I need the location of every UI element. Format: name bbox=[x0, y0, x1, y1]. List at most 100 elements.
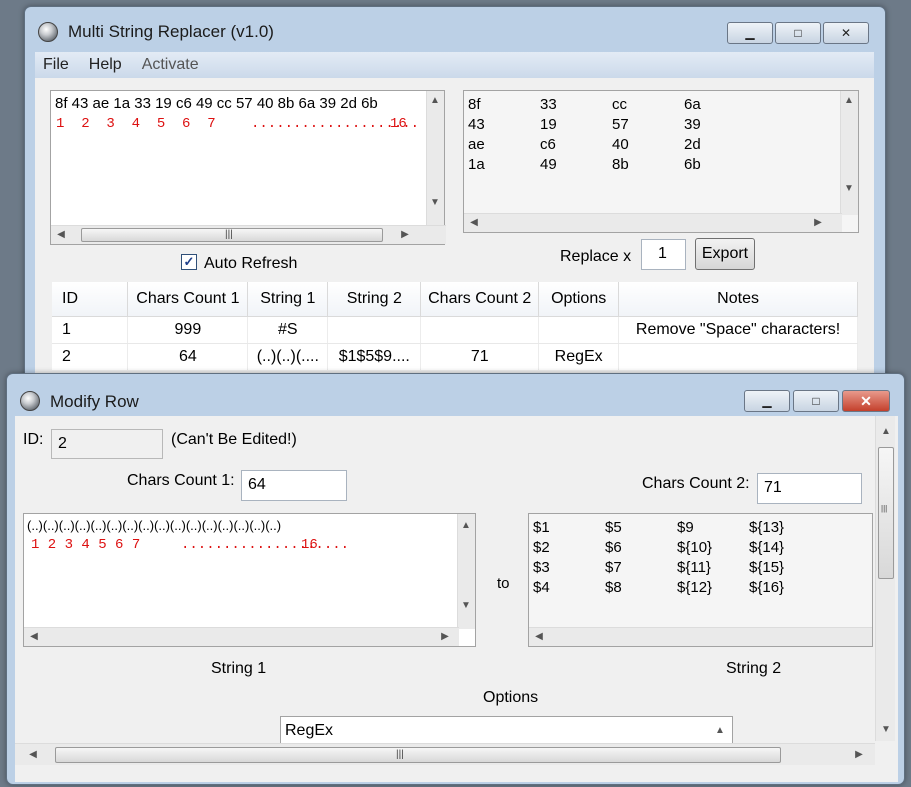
chars-count-1-input[interactable]: 64 bbox=[241, 470, 347, 501]
output-cell: 1a bbox=[468, 156, 485, 173]
scroll-right-icon[interactable]: ▶ bbox=[397, 229, 413, 240]
maximize-icon: □ bbox=[812, 394, 820, 408]
maximize-button[interactable]: □ bbox=[793, 390, 839, 412]
scroll-up-icon[interactable]: ▲ bbox=[458, 520, 474, 531]
auto-refresh-label: Auto Refresh bbox=[204, 255, 298, 272]
rules-table: ID Chars Count 1 String 1 String 2 Chars… bbox=[52, 282, 858, 370]
cell-chars-count-1: 64 bbox=[127, 343, 249, 370]
scroll-down-icon[interactable]: ▼ bbox=[427, 197, 443, 208]
menu-help[interactable]: Help bbox=[89, 56, 122, 74]
string-2-cell: $1 bbox=[533, 519, 550, 536]
string-1-hscrollbar[interactable]: ◀ ▶ bbox=[24, 627, 459, 646]
string-1-textbox[interactable]: (..)(..)(..)(..)(..)(..)(..)(..)(..)(..)… bbox=[23, 513, 476, 647]
output-col-1: 8f 43 ae 1a bbox=[468, 95, 540, 175]
scroll-down-icon[interactable]: ▼ bbox=[841, 183, 857, 194]
output-columns: 8f 43 ae 1a 33 19 c6 49 cc 57 40 8b 6a 3… bbox=[468, 95, 756, 175]
column-header-chars-count-2[interactable]: Chars Count 2 bbox=[420, 282, 540, 317]
id-note: (Can't Be Edited!) bbox=[171, 431, 297, 448]
output-col-2: 33 19 c6 49 bbox=[540, 95, 612, 175]
export-button[interactable]: Export bbox=[695, 238, 755, 270]
column-header-options[interactable]: Options bbox=[538, 282, 620, 317]
modify-row-window: Modify Row ▁ □ ✕ ID: 2 (Can't Be Edited!… bbox=[6, 373, 905, 785]
id-field: 2 bbox=[51, 429, 163, 459]
string-2-cell: $7 bbox=[605, 559, 622, 576]
string-1-index-markers: 1 2 3 4 5 6 7 bbox=[31, 537, 141, 553]
modify-client: ID: 2 (Can't Be Edited!) Chars Count 1: … bbox=[15, 416, 898, 782]
string-2-textbox[interactable]: $1 $2 $3 $4 $5 $6 $7 $8 $9 ${10} ${11} $… bbox=[528, 513, 873, 647]
main-window-title: Multi String Replacer (v1.0) bbox=[68, 22, 274, 41]
options-text: RegEx bbox=[285, 722, 334, 739]
string-2-hscrollbar[interactable]: ◀ bbox=[529, 627, 872, 646]
cell-notes bbox=[618, 343, 858, 370]
scroll-right-icon[interactable]: ▶ bbox=[437, 631, 453, 642]
scroll-up-icon[interactable]: ▲ bbox=[712, 725, 728, 736]
scroll-left-icon[interactable]: ◀ bbox=[53, 229, 69, 240]
string-1-index-dots: .................... bbox=[181, 537, 350, 553]
column-header-string-2[interactable]: String 2 bbox=[327, 282, 422, 317]
window-hscrollbar[interactable]: ◀ ||| ▶ bbox=[15, 743, 875, 765]
scroll-thumb[interactable]: ||| bbox=[878, 447, 894, 579]
replace-count-input[interactable]: 1 bbox=[641, 239, 686, 270]
scroll-up-icon[interactable]: ▲ bbox=[841, 95, 857, 106]
output-cell: 2d bbox=[684, 136, 701, 153]
column-header-notes[interactable]: Notes bbox=[618, 282, 858, 317]
menu-file[interactable]: File bbox=[43, 56, 69, 74]
cell-string-1: (..)(..)(.... bbox=[247, 343, 329, 370]
input-hscrollbar[interactable]: ◀ ||| ▶ bbox=[51, 225, 446, 244]
scroll-left-icon[interactable]: ◀ bbox=[25, 749, 41, 760]
menu-activate[interactable]: Activate bbox=[142, 56, 199, 74]
scroll-up-icon[interactable]: ▲ bbox=[427, 95, 443, 106]
string-2-cell: ${11} bbox=[677, 559, 711, 576]
output-cell: 43 bbox=[468, 116, 485, 133]
to-label: to bbox=[497, 575, 510, 592]
string-1-vscrollbar[interactable]: ▲ ▼ bbox=[457, 514, 475, 629]
options-textbox[interactable]: RegEx ▲ bbox=[280, 716, 733, 746]
cell-string-2: $1$5$9.... bbox=[327, 343, 422, 370]
output-cell: 8b bbox=[612, 156, 629, 173]
output-vscrollbar[interactable]: ▲ ▼ bbox=[840, 91, 858, 215]
maximize-button[interactable]: □ bbox=[775, 22, 821, 44]
scroll-up-icon[interactable]: ▲ bbox=[878, 426, 894, 437]
input-vscrollbar[interactable]: ▲ ▼ bbox=[426, 91, 444, 227]
replace-label: Replace x bbox=[560, 248, 632, 265]
close-button[interactable]: ✕ bbox=[842, 390, 890, 412]
scroll-left-icon[interactable]: ◀ bbox=[531, 631, 547, 642]
scroll-left-icon[interactable]: ◀ bbox=[26, 631, 42, 642]
scroll-thumb[interactable]: ||| bbox=[81, 228, 383, 242]
scroll-left-icon[interactable]: ◀ bbox=[466, 217, 482, 228]
column-header-string-1[interactable]: String 1 bbox=[247, 282, 329, 317]
input-textbox[interactable]: 8f 43 ae 1a 33 19 c6 49 cc 57 40 8b 6a 3… bbox=[50, 90, 446, 245]
id-label: ID: bbox=[23, 431, 44, 448]
output-textbox[interactable]: 8f 43 ae 1a 33 19 c6 49 cc 57 40 8b 6a 3… bbox=[463, 90, 859, 233]
table-row[interactable]: 1 999 #S Remove "Space" characters! bbox=[52, 316, 858, 344]
scroll-down-icon[interactable]: ▼ bbox=[878, 724, 894, 735]
modify-window-title: Modify Row bbox=[50, 392, 139, 411]
options-label: Options bbox=[483, 689, 539, 706]
minimize-icon: ▁ bbox=[762, 394, 772, 408]
modify-titlebar[interactable]: Modify Row ▁ □ ✕ bbox=[7, 374, 904, 414]
auto-refresh-checkbox[interactable]: ✓ bbox=[181, 254, 197, 270]
chars-count-2-input[interactable]: 71 bbox=[757, 473, 862, 504]
window-vscrollbar[interactable]: ▲ ||| ▼ bbox=[875, 416, 895, 741]
close-button[interactable]: ✕ bbox=[823, 22, 869, 44]
column-header-chars-count-1[interactable]: Chars Count 1 bbox=[127, 282, 249, 317]
input-index-markers: 1 2 3 4 5 6 7 bbox=[56, 116, 216, 132]
scroll-down-icon[interactable]: ▼ bbox=[458, 600, 474, 611]
column-header-id[interactable]: ID bbox=[52, 282, 129, 317]
output-cell: 57 bbox=[612, 116, 629, 133]
app-icon bbox=[38, 22, 58, 42]
main-titlebar[interactable]: Multi String Replacer (v1.0) ▁ □ ✕ bbox=[25, 7, 885, 47]
minimize-button[interactable]: ▁ bbox=[744, 390, 790, 412]
cell-id: 1 bbox=[52, 316, 129, 344]
string-2-cell: $8 bbox=[605, 579, 622, 596]
string-2-cell: $3 bbox=[533, 559, 550, 576]
scroll-right-icon[interactable]: ▶ bbox=[810, 217, 826, 228]
output-hscrollbar[interactable]: ◀ ▶ bbox=[464, 213, 842, 232]
output-cell: 6b bbox=[684, 156, 701, 173]
scroll-thumb[interactable]: ||| bbox=[55, 747, 781, 763]
minimize-button[interactable]: ▁ bbox=[727, 22, 773, 44]
string-2-columns: $1 $2 $3 $4 $5 $6 $7 $8 $9 ${10} ${11} $… bbox=[533, 518, 821, 598]
table-row[interactable]: 2 64 (..)(..)(.... $1$5$9.... 71 RegEx bbox=[52, 343, 858, 370]
output-col-3: cc 57 40 8b bbox=[612, 95, 684, 175]
scroll-right-icon[interactable]: ▶ bbox=[851, 749, 867, 760]
